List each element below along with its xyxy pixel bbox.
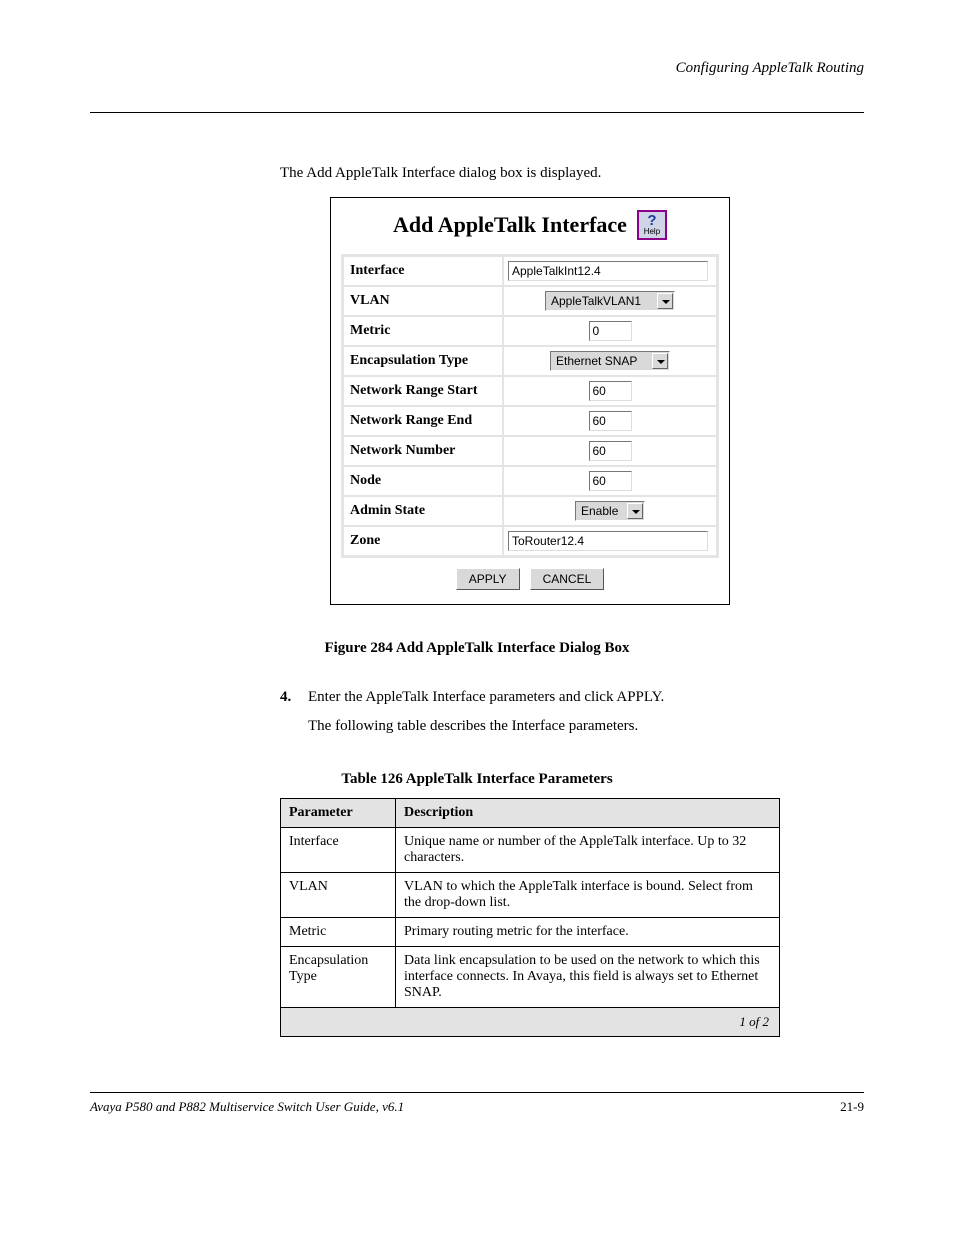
table-intro: The following table describes the Interf… (308, 716, 864, 736)
nrend-label: Network Range End (343, 406, 503, 436)
cancel-button[interactable]: CANCEL (530, 568, 605, 590)
admin-label: Admin State (343, 496, 503, 526)
col-description: Description (396, 798, 780, 827)
chevron-down-icon (627, 503, 643, 519)
add-appletalk-interface-dialog: Add AppleTalk Interface ? Help Interface… (330, 197, 730, 605)
page-header-right: Configuring AppleTalk Routing (90, 60, 864, 77)
col-parameter: Parameter (281, 798, 396, 827)
metric-input[interactable] (589, 321, 632, 341)
figure-caption: Figure 284 Add AppleTalk Interface Dialo… (90, 640, 864, 657)
param-desc: VLAN to which the AppleTalk interface is… (396, 872, 780, 917)
help-button[interactable]: ? Help (637, 210, 667, 240)
admin-select[interactable]: Enable (575, 501, 645, 521)
param-name: Metric (281, 917, 396, 946)
footer-page-number: 21-9 (840, 1099, 864, 1115)
param-desc: Primary routing metric for the interface… (396, 917, 780, 946)
metric-label: Metric (343, 316, 503, 346)
param-desc: Data link encapsulation to be used on th… (396, 946, 780, 1007)
node-input[interactable] (589, 471, 632, 491)
table-sheet-indicator: 1 of 2 (281, 1007, 780, 1036)
footer-rule (90, 1092, 864, 1093)
dialog-title: Add AppleTalk Interface (393, 212, 627, 237)
nrstart-label: Network Range Start (343, 376, 503, 406)
param-name: Interface (281, 827, 396, 872)
param-name: VLAN (281, 872, 396, 917)
interface-input[interactable] (508, 261, 708, 281)
table-caption: Table 126 AppleTalk Interface Parameters (90, 771, 864, 788)
intro-paragraph: The Add AppleTalk Interface dialog box i… (280, 163, 864, 183)
instruction-line: 4.Enter the AppleTalk Interface paramete… (280, 687, 864, 707)
header-rule (90, 112, 864, 113)
chevron-down-icon (657, 293, 673, 309)
param-desc: Unique name or number of the AppleTalk i… (396, 827, 780, 872)
apply-button[interactable]: APPLY (456, 568, 520, 590)
encap-label: Encapsulation Type (343, 346, 503, 376)
vlan-label: VLAN (343, 286, 503, 316)
footer-doc-title: Avaya P580 and P882 Multiservice Switch … (90, 1099, 404, 1115)
vlan-select[interactable]: AppleTalkVLAN1 (545, 291, 675, 311)
help-label: Help (639, 228, 665, 236)
encap-select[interactable]: Ethernet SNAP (550, 351, 670, 371)
node-label: Node (343, 466, 503, 496)
chevron-down-icon (652, 353, 668, 369)
interface-label: Interface (343, 256, 503, 286)
netnum-label: Network Number (343, 436, 503, 466)
zone-label: Zone (343, 526, 503, 556)
netnum-input[interactable] (589, 441, 632, 461)
help-icon: ? (639, 214, 665, 228)
zone-input[interactable] (508, 531, 708, 551)
nrend-input[interactable] (589, 411, 632, 431)
nrstart-input[interactable] (589, 381, 632, 401)
form-grid: Interface VLAN AppleTalkVLAN1 Metric Enc… (341, 254, 719, 558)
param-name: Encapsulation Type (281, 946, 396, 1007)
parameter-table: Parameter Description Interface Unique n… (280, 798, 780, 1037)
